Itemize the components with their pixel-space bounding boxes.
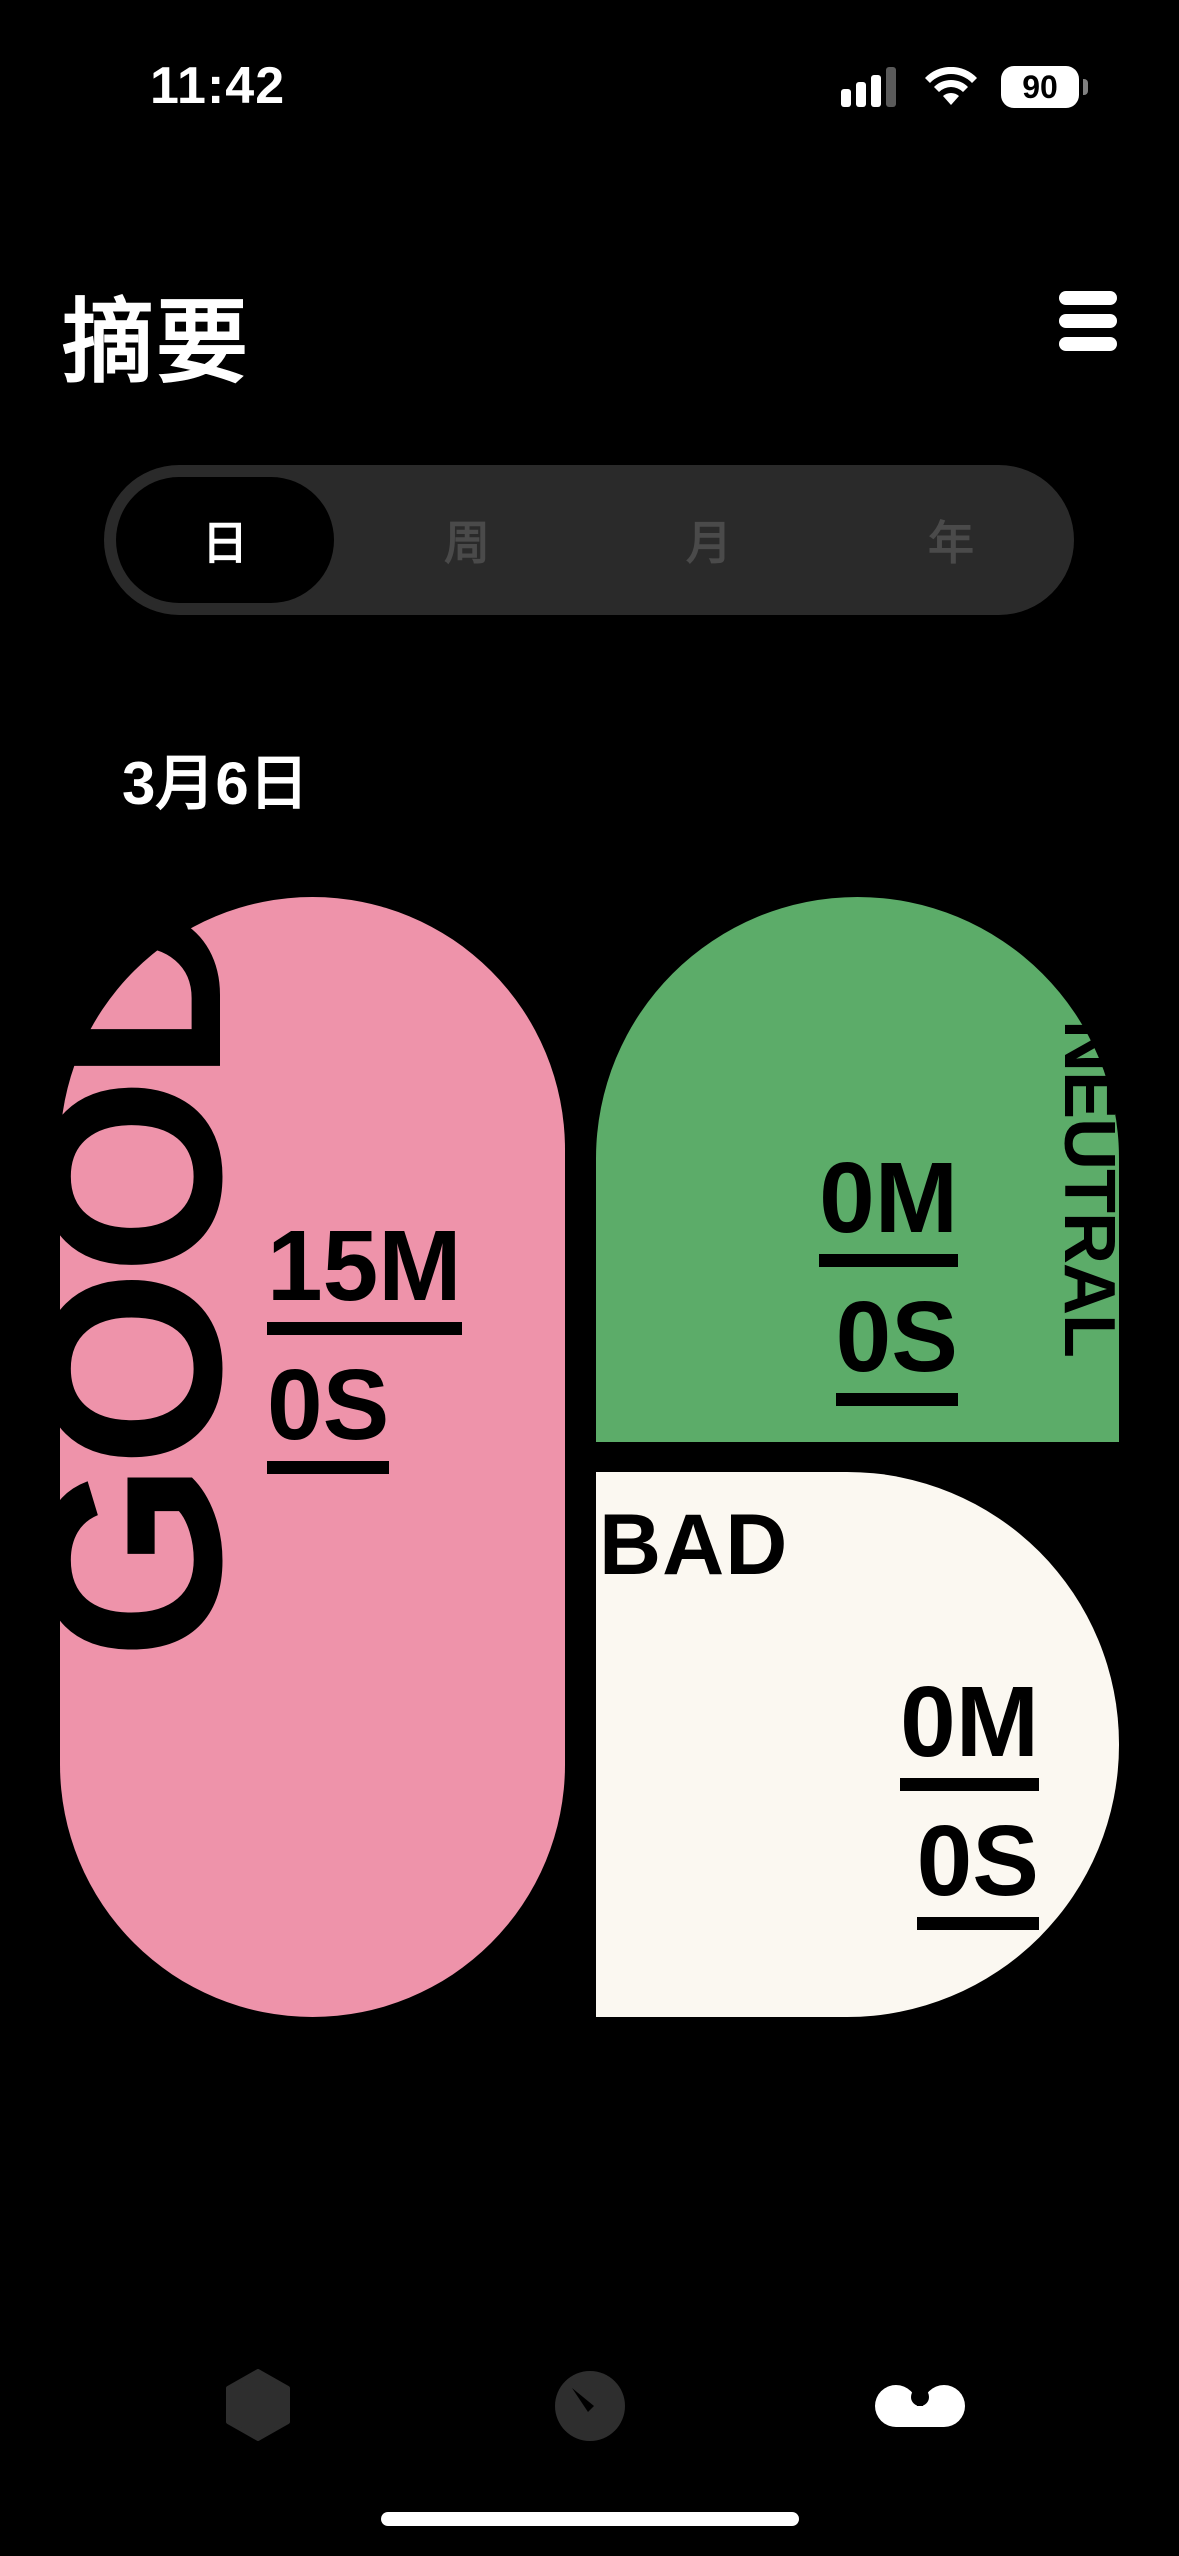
neutral-label: NEUTRAL [1049, 1020, 1129, 1357]
menu-button[interactable] [1059, 288, 1117, 354]
nav-hexagon-button[interactable] [220, 2365, 296, 2445]
menu-icon-bar [1059, 314, 1117, 328]
good-duration: 15M 0S [267, 1216, 462, 1494]
period-segmented-control: 日 周 月 年 [104, 465, 1074, 615]
page-title: 摘要 [62, 292, 251, 394]
bad-seconds: 0S [916, 1811, 1039, 1930]
neutral-minutes: 0M [819, 1148, 958, 1267]
hexagon-icon [226, 2369, 290, 2441]
bad-minutes: 0M [900, 1672, 1039, 1791]
nav-voicemail-button[interactable] [872, 2380, 968, 2432]
battery-level: 90 [1022, 69, 1058, 105]
date-label: 3月6日 [122, 750, 309, 817]
home-indicator[interactable] [381, 2512, 799, 2526]
menu-icon-bar [1059, 291, 1117, 305]
nav-gauge-button[interactable] [552, 2368, 628, 2444]
good-label: GOOD [0, 904, 275, 1660]
bad-label: BAD [599, 1497, 789, 1593]
voicemail-icon [875, 2385, 965, 2427]
status-time: 11:42 [150, 57, 286, 115]
tab-day[interactable]: 日 [116, 477, 334, 603]
battery-icon: 90 [1001, 66, 1088, 108]
bad-duration: 0M 0S [900, 1672, 1039, 1950]
wifi-icon [925, 67, 977, 105]
signal-icon [841, 67, 896, 107]
battery-tip [1083, 79, 1088, 95]
tab-year[interactable]: 年 [842, 477, 1060, 603]
neutral-duration: 0M 0S [819, 1148, 958, 1426]
tab-week[interactable]: 周 [358, 477, 576, 603]
good-minutes: 15M [267, 1216, 462, 1335]
neutral-seconds: 0S [835, 1287, 958, 1406]
gauge-icon [555, 2371, 625, 2441]
menu-icon-bar [1059, 337, 1117, 351]
status-icons: 90 [841, 62, 1088, 112]
tab-month[interactable]: 月 [600, 477, 818, 603]
good-seconds: 0S [267, 1355, 390, 1474]
